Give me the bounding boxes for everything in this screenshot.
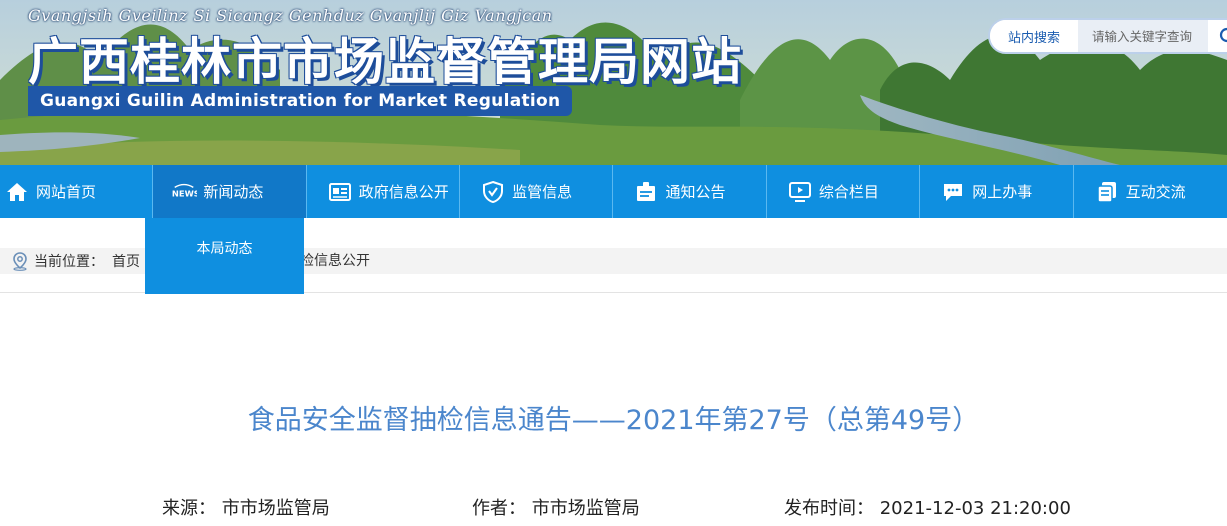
- source-value: 市市场监管局: [221, 498, 330, 519]
- date-value: 2021-12-03 21:20:00: [879, 498, 1071, 519]
- article-source: 来源： 市市场监管局: [162, 494, 330, 520]
- nav-item-label: 网上办事: [972, 183, 1033, 201]
- breadcrumb-prefix: 当前位置：: [34, 254, 104, 270]
- author-value: 市市场监管局: [531, 498, 640, 519]
- nav-item-notice[interactable]: 通知公告: [613, 165, 767, 218]
- date-label: 发布时间：: [784, 498, 874, 519]
- search-tab[interactable]: 站内搜索: [990, 20, 1078, 52]
- nav-item-columns[interactable]: 综合栏目: [767, 165, 921, 218]
- dropdown-item-bureau-news[interactable]: 本局动态: [145, 238, 304, 258]
- chat-icon: [940, 179, 966, 205]
- svg-text:NEWS: NEWS: [172, 188, 197, 198]
- nav-item-label: 政府信息公开: [358, 183, 449, 201]
- article-title: 食品安全监督抽检信息通告——2021年第27号（总第49号）: [247, 405, 980, 436]
- nav-item-gov-info[interactable]: 政府信息公开: [307, 165, 461, 218]
- search-box: 站内搜索: [988, 18, 1227, 54]
- copy-icon: [1094, 179, 1120, 205]
- nav-item-label: 通知公告: [665, 183, 726, 201]
- main-nav: 网站首页 NEWS 新闻动态 政府信息公开 监管信息 通知公告 综合栏目 网上: [0, 165, 1227, 218]
- nav-item-label: 监管信息: [512, 183, 573, 201]
- location-icon: [13, 252, 27, 271]
- site-title-english: Guangxi Guilin Administration for Market…: [28, 86, 573, 116]
- shield-icon: [480, 179, 506, 205]
- nav-item-interaction[interactable]: 互动交流: [1074, 165, 1227, 218]
- home-icon: [4, 179, 30, 205]
- notice-icon: [633, 179, 659, 205]
- search-input[interactable]: [1078, 20, 1208, 52]
- monitor-icon: [787, 179, 813, 205]
- nav-item-label: 网站首页: [36, 183, 97, 201]
- nav-item-news[interactable]: NEWS 新闻动态: [153, 165, 307, 218]
- gov-info-icon: [327, 179, 353, 205]
- article-author: 作者： 市市场监管局: [472, 494, 640, 520]
- site-banner: Gvangjsih Gveilinz Si Sicangz Genhduz Gv…: [0, 0, 1227, 165]
- news-dropdown-menu: 本局动态: [145, 218, 304, 294]
- nav-item-home[interactable]: 网站首页: [0, 165, 154, 218]
- source-label: 来源：: [162, 498, 216, 519]
- site-title[interactable]: 广西桂林市市场监督管理局网站: [28, 22, 742, 94]
- article-date: 发布时间： 2021-12-03 21:20:00: [784, 494, 1071, 520]
- search-icon[interactable]: [1218, 26, 1227, 48]
- nav-item-online-service[interactable]: 网上办事: [920, 165, 1074, 218]
- nav-item-label: 互动交流: [1125, 183, 1186, 201]
- nav-item-supervision[interactable]: 监管信息: [460, 165, 614, 218]
- nav-item-label: 综合栏目: [818, 183, 879, 201]
- nav-item-label: 新闻动态: [203, 183, 264, 201]
- breadcrumb-home-link[interactable]: 首页: [112, 251, 140, 271]
- author-label: 作者：: [472, 498, 526, 519]
- news-icon: NEWS: [171, 179, 197, 205]
